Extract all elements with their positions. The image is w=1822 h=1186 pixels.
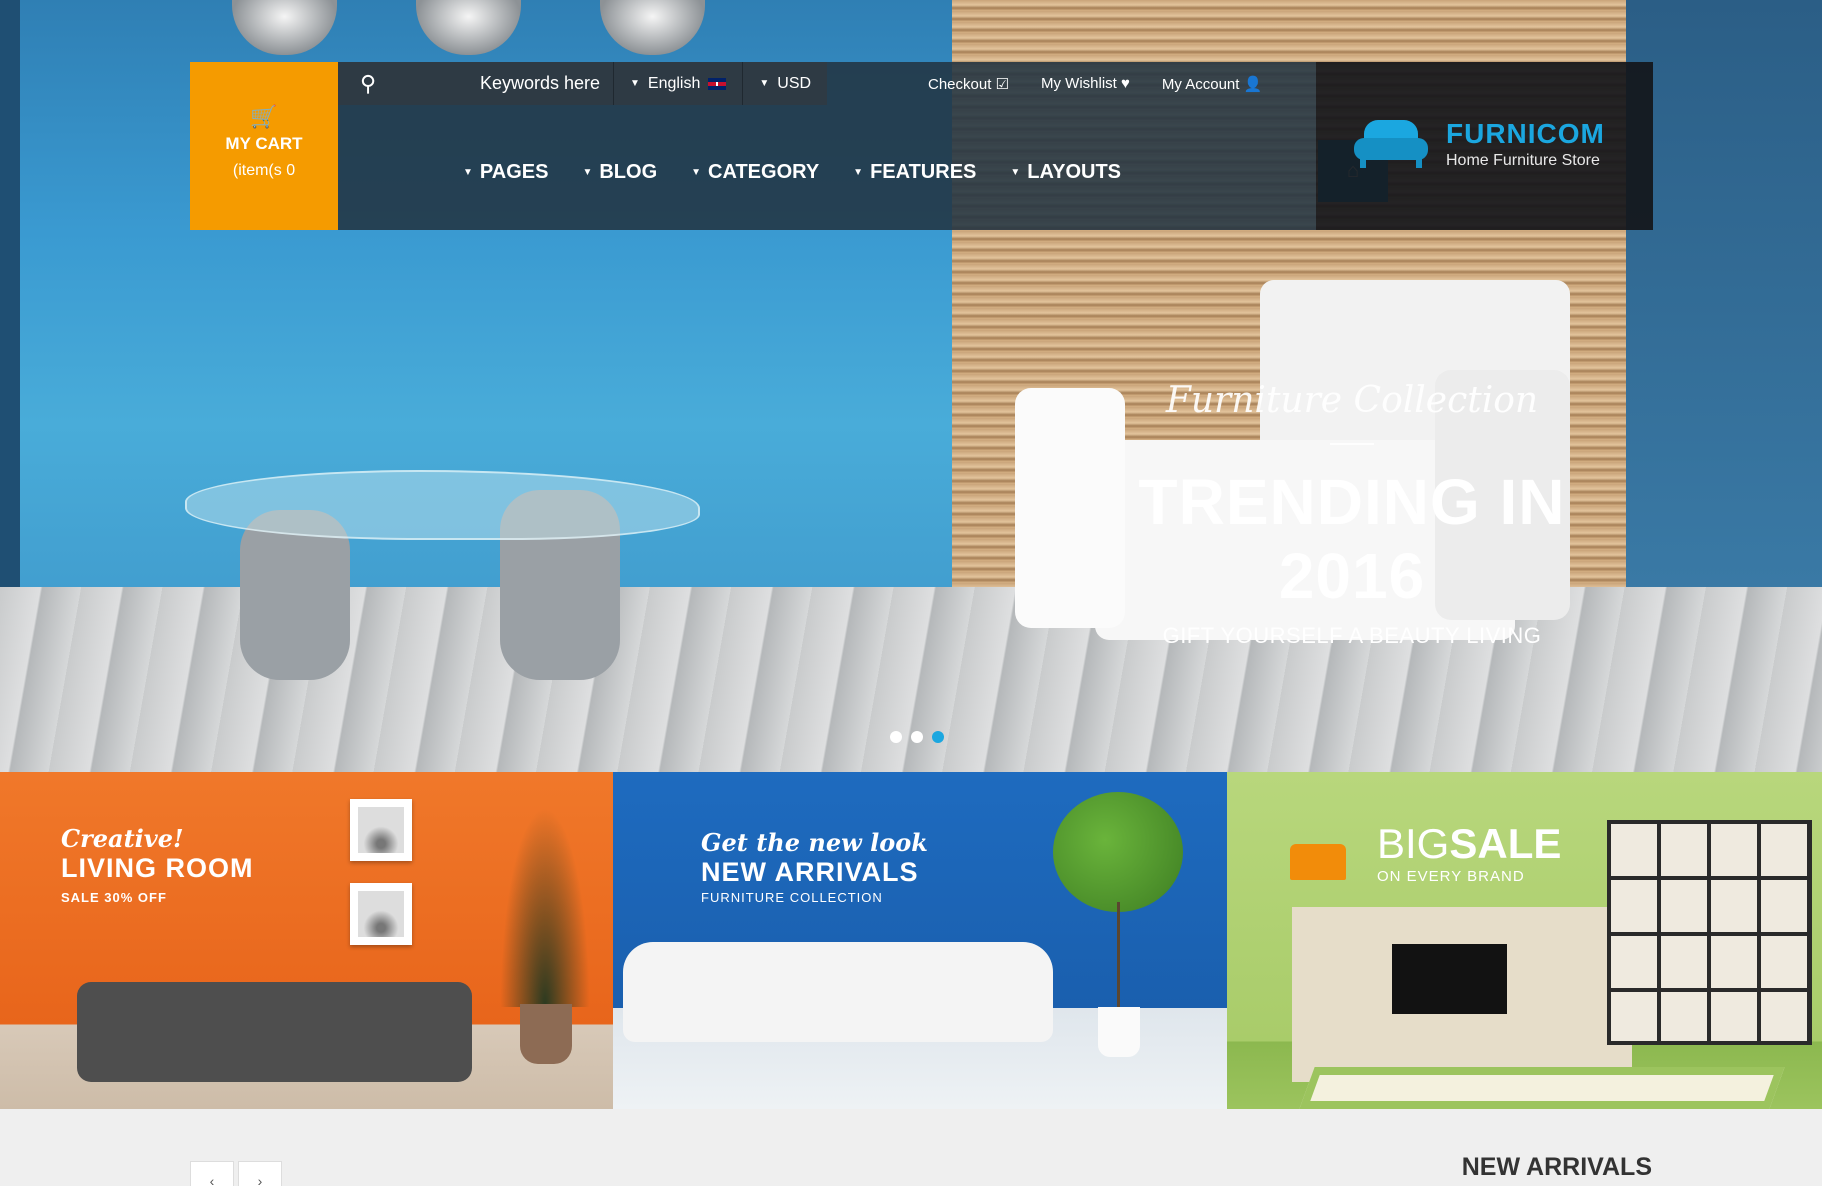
caret-down-icon: ▼ <box>463 166 473 178</box>
ceiling-lamp <box>416 0 521 55</box>
ceiling-lamp <box>232 0 337 55</box>
nav-label: LAYOUTS <box>1027 160 1122 183</box>
nav-features[interactable]: ▼ FEATURES <box>853 161 976 184</box>
grey-sofa <box>77 982 472 1082</box>
caret-down-icon: ▼ <box>582 166 593 178</box>
banner-subtitle: ON EVERY BRAND <box>1377 868 1525 885</box>
section-title: NEW ARRIVALS <box>1461 1153 1652 1181</box>
banner-title: BIGSALE <box>1377 820 1561 868</box>
wall-frame <box>350 799 412 861</box>
cart-count: (item(s 0 <box>232 162 296 179</box>
language-label: English <box>647 74 701 92</box>
slider-dot-2[interactable] <box>911 731 923 743</box>
logo-name: FURNICOM <box>1446 118 1605 149</box>
heart-icon: ♥ <box>1121 75 1130 92</box>
currency-label: USD <box>777 74 812 92</box>
nav-label: BLOG <box>599 160 658 183</box>
account-link[interactable]: My Account 👤 <box>1162 75 1262 93</box>
ceiling-lamp <box>600 0 705 55</box>
hero-caption: GIFT YOURSELF A BEAUTY LIVING <box>1162 623 1542 648</box>
hero-divider <box>1330 443 1374 445</box>
new-arrivals-section: ‹ › NEW ARRIVALS <box>0 1109 1822 1186</box>
caret-down-icon: ▼ <box>630 78 640 89</box>
top-bar: ⚲ Keywords here ▼ English ▼ USD <box>338 62 828 105</box>
banner-script: Creative! <box>61 824 184 853</box>
wishlist-link[interactable]: My Wishlist ♥ <box>1041 75 1130 92</box>
promo-banners: Creative! LIVING ROOM SALE 30% OFF Get t… <box>0 772 1822 1109</box>
logo-tagline: Home Furniture Store <box>1446 152 1600 169</box>
wall-frame <box>350 883 412 945</box>
hero-caption-block: Furniture Collection TRENDING IN 2016 GI… <box>1062 380 1642 649</box>
prev-arrow-button[interactable]: ‹ <box>190 1161 234 1186</box>
wishlist-label: My Wishlist <box>1041 75 1117 92</box>
slider-dot-1[interactable] <box>890 731 902 743</box>
banner-big-sale[interactable]: BIGSALE ON EVERY BRAND <box>1227 772 1822 1109</box>
uk-flag-icon <box>708 77 727 90</box>
cart-title: MY CART <box>225 134 303 153</box>
main-nav: ▼ PAGES ▼ BLOG ▼ CATEGORY ▼ FEATURES ▼ LAYOUT… <box>463 140 1121 204</box>
tree-plant <box>1053 792 1183 912</box>
banner-subtitle: SALE 30% OFF <box>61 890 167 905</box>
account-label: My Account <box>1161 75 1240 93</box>
banner-title: NEW ARRIVALS <box>701 857 919 887</box>
caret-down-icon: ▼ <box>691 166 702 178</box>
nav-category[interactable]: ▼ CATEGORY <box>691 161 819 184</box>
site-header: 🛒 MY CART (item(s 0 ⚲ Keywords here ▼ En… <box>190 62 1653 230</box>
user-icon: 👤 <box>1243 75 1263 93</box>
hero-subtitle: Furniture Collection <box>1165 380 1539 421</box>
floor-lamp <box>1290 844 1346 880</box>
nav-blog[interactable]: ▼ BLOG <box>582 161 657 184</box>
nav-area: ⚲ Keywords here ▼ English ▼ USD Checkout… <box>338 62 1388 230</box>
plant-pot <box>520 1004 572 1064</box>
television <box>1392 944 1507 1014</box>
site-logo[interactable]: FURNICOM Home Furniture Store <box>1354 118 1605 170</box>
slider-dot-3-active[interactable] <box>932 731 944 743</box>
banner-new-arrivals[interactable]: Get the new look NEW ARRIVALS FURNITURE … <box>613 772 1227 1109</box>
banner-text: BIGSALE ON EVERY BRAND <box>1377 820 1561 885</box>
nav-layouts[interactable]: ▼ LAYOUTS <box>1010 161 1121 184</box>
caret-down-icon: ▼ <box>759 78 770 89</box>
sofa-logo-icon <box>1354 120 1428 168</box>
hero-right-wall <box>1626 0 1822 600</box>
banner-text: Get the new look NEW ARRIVALS FURNITURE … <box>701 828 928 905</box>
slider-dots <box>890 731 944 743</box>
nav-label: FEATURES <box>870 160 977 183</box>
hero-title: TRENDING IN 2016 <box>1138 466 1566 612</box>
tree-trunk <box>1117 902 1120 1012</box>
nav-label: PAGES <box>479 160 549 183</box>
account-links: Checkout ☑ My Wishlist ♥ My Account 👤 <box>928 62 1262 105</box>
next-arrow-button[interactable]: › <box>238 1161 282 1186</box>
caret-down-icon: ▼ <box>1010 166 1021 178</box>
checkout-label: Checkout <box>928 75 992 93</box>
shopping-cart-icon: 🛒 <box>250 104 278 129</box>
potted-plant <box>500 807 590 1007</box>
checkout-check-icon: ☑ <box>995 75 1009 93</box>
glass-coffee-table <box>185 470 700 540</box>
banner-subtitle: FURNITURE COLLECTION <box>701 890 883 905</box>
language-dropdown[interactable]: ▼ English <box>613 62 743 105</box>
currency-dropdown[interactable]: ▼ USD <box>742 62 828 105</box>
nav-pages[interactable]: ▼ PAGES <box>463 161 548 184</box>
tree-pot <box>1098 1007 1140 1057</box>
carousel-arrows: ‹ › <box>190 1161 282 1186</box>
checkout-link[interactable]: Checkout ☑ <box>928 75 1009 93</box>
bookshelf <box>1607 820 1812 1045</box>
search-input[interactable]: Keywords here <box>480 73 600 94</box>
banner-title: LIVING ROOM <box>61 853 254 883</box>
banner-text: Creative! LIVING ROOM SALE 30% OFF <box>61 824 254 905</box>
banner-title-thin: BIG <box>1377 820 1450 867</box>
rug <box>1299 1067 1785 1109</box>
caret-down-icon: ▼ <box>853 166 864 178</box>
banner-script: Get the new look <box>701 828 928 857</box>
nav-label: CATEGORY <box>708 160 820 183</box>
my-cart-button[interactable]: 🛒 MY CART (item(s 0 <box>190 62 338 230</box>
banner-title-bold: SALE <box>1449 820 1562 867</box>
white-sofa <box>623 942 1053 1042</box>
search-box[interactable]: ⚲ Keywords here <box>338 62 613 105</box>
logo-area: FURNICOM Home Furniture Store <box>1316 62 1653 230</box>
banner-living-room[interactable]: Creative! LIVING ROOM SALE 30% OFF <box>0 772 613 1109</box>
search-icon[interactable]: ⚲ <box>360 71 400 97</box>
